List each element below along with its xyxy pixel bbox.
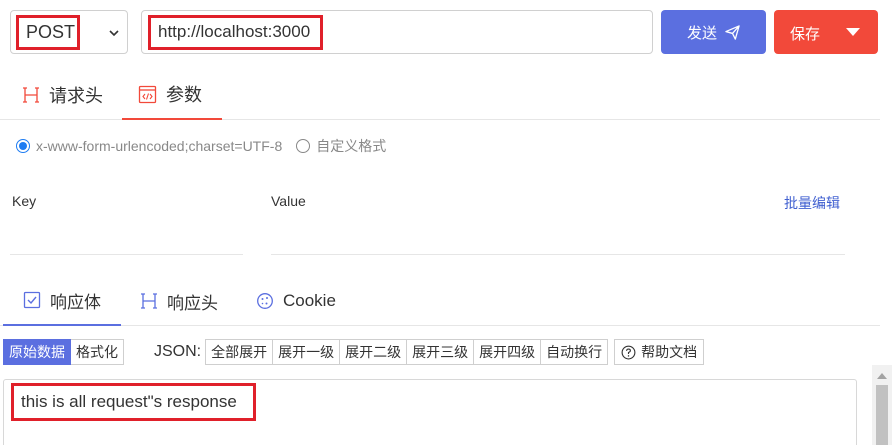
help-docs-label: 帮助文档 — [641, 344, 698, 360]
radio-custom-format-label: 自定义格式 — [316, 138, 387, 154]
tab-params-label: 参数 — [166, 85, 202, 105]
question-circle-icon — [621, 345, 636, 359]
request-tabs: 请求头 参数 — [0, 70, 880, 120]
radio-urlencoded[interactable] — [16, 139, 30, 153]
send-button-label: 发送 — [686, 24, 717, 42]
response-text: this is all request"s response — [21, 392, 237, 411]
url-input[interactable] — [158, 21, 458, 43]
heading-icon — [141, 293, 157, 309]
heading-icon — [23, 87, 39, 103]
view-format-button[interactable]: 格式化 — [71, 339, 124, 365]
save-button[interactable]: 保存 — [774, 10, 878, 54]
bulk-edit-link[interactable]: 批量编辑 — [784, 193, 840, 213]
tab-request-headers-label: 请求头 — [49, 86, 103, 106]
tab-cookie[interactable]: Cookie — [256, 276, 336, 326]
json-label: JSON: — [154, 343, 202, 360]
scrollbar-thumb[interactable] — [876, 385, 888, 445]
help-docs-button[interactable]: 帮助文档 — [614, 339, 705, 365]
tab-response-headers[interactable]: 响应头 — [140, 276, 218, 326]
expand-all-button[interactable]: 全部展开 — [205, 339, 274, 365]
scroll-up-arrow-icon[interactable] — [877, 373, 887, 379]
response-toolbar: 原始数据 格式化 JSON: 全部展开 展开一级 展开二级 展开三级 展开四级 … — [3, 339, 705, 365]
value-header: Value — [271, 193, 306, 209]
view-raw-button[interactable]: 原始数据 — [3, 339, 71, 365]
method-value: POST — [26, 22, 76, 42]
code-file-icon — [138, 85, 157, 103]
checkbox-icon — [23, 291, 41, 309]
url-field[interactable] — [141, 10, 653, 54]
expand-level4-button[interactable]: 展开四级 — [474, 339, 542, 365]
expand-level1-button[interactable]: 展开一级 — [273, 339, 341, 365]
scrollbar[interactable] — [872, 365, 892, 445]
chevron-down-icon — [109, 30, 119, 37]
word-wrap-button[interactable]: 自动换行 — [541, 339, 609, 365]
encoding-options: x-www-form-urlencoded;charset=UTF-8 自定义格… — [16, 136, 386, 156]
radio-urlencoded-label: x-www-form-urlencoded;charset=UTF-8 — [36, 138, 283, 154]
tab-response-body[interactable]: 响应体 — [3, 276, 121, 326]
method-select[interactable]: POST — [10, 10, 128, 54]
send-button[interactable]: 发送 — [661, 10, 766, 54]
key-header: Key — [12, 193, 37, 209]
tab-cookie-label: Cookie — [283, 291, 336, 310]
response-tabs: 响应体 响应头 Cookie — [0, 276, 880, 326]
expand-level3-button[interactable]: 展开三级 — [407, 339, 475, 365]
cookie-icon — [257, 293, 273, 309]
expand-level2-button[interactable]: 展开二级 — [340, 339, 408, 365]
paper-plane-icon — [725, 24, 740, 40]
param-value-input[interactable] — [271, 225, 845, 255]
tab-request-headers[interactable]: 请求头 — [22, 70, 103, 120]
tab-params[interactable]: 参数 — [122, 70, 222, 120]
caret-down-icon[interactable] — [846, 28, 860, 36]
response-body-area[interactable]: this is all request"s response — [3, 379, 857, 445]
radio-custom-format[interactable] — [296, 139, 311, 153]
param-key-input[interactable] — [10, 225, 243, 255]
tab-response-body-label: 响应体 — [50, 292, 101, 312]
tab-response-headers-label: 响应头 — [167, 293, 218, 313]
save-button-label: 保存 — [790, 26, 821, 43]
